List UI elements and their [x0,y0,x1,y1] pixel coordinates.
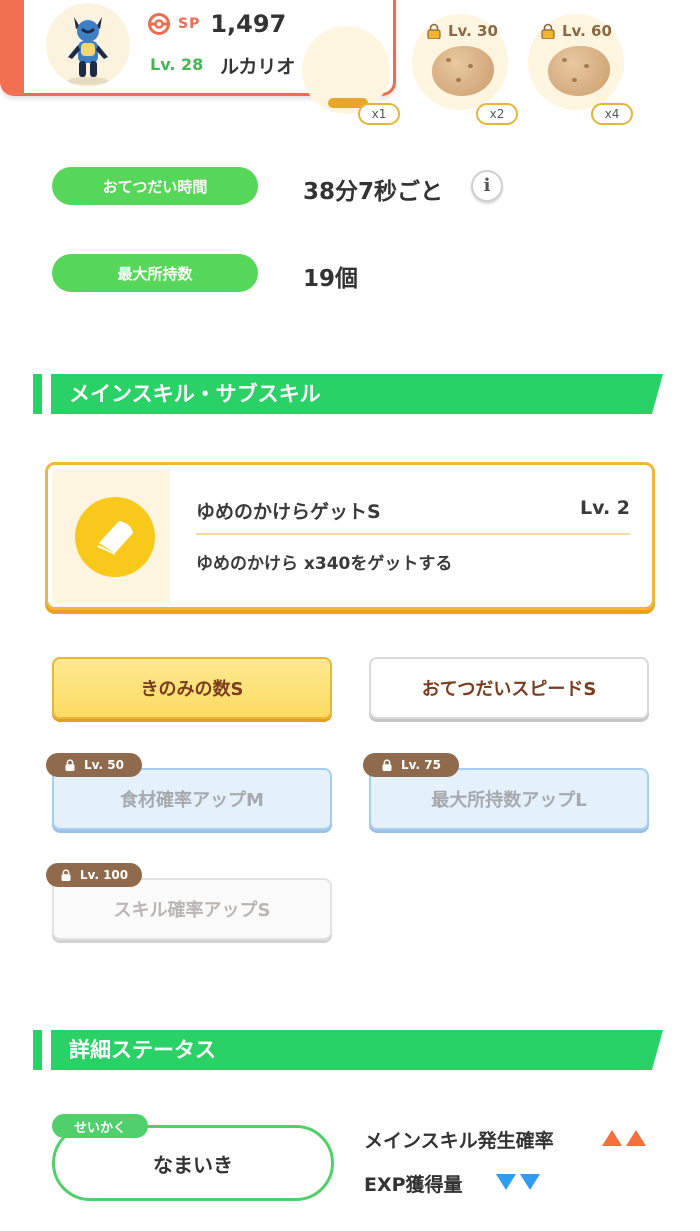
sub-skill-4[interactable]: 最大所持数アップL [369,768,649,830]
nature-value: なまいき [153,1152,233,1177]
sp-value: 1,497 [210,10,287,38]
effect-down-label: EXP獲得量 [364,1174,463,1196]
sub-skill-4-lock-level: Lv. 75 [401,758,441,772]
lucario-icon [68,17,108,85]
lock-icon [61,869,71,881]
ingredient-lock-level-2: Lv. 30 [448,22,498,40]
sub-skill-4-label: 最大所持数アップL [431,790,587,811]
ingredient-count-2: x2 [476,103,518,125]
sub-skill-3-lock-level: Lv. 50 [84,758,124,772]
lock-icon [541,23,555,39]
sp-label: SP [178,16,201,32]
ingredient-count-3: x4 [591,103,633,125]
potato-icon [432,46,494,96]
pokemon-avatar [46,3,130,87]
pokemon-level: Lv. 28 [150,55,204,74]
lock-icon [65,759,75,771]
sub-skill-5[interactable]: スキル確率アップS [52,878,332,940]
main-skill-card[interactable]: ゆめのかけらゲットS Lv. 2 ゆめのかけら x340をゲットする [45,462,655,610]
ingredient-lock-level-3: Lv. 60 [562,22,612,40]
sp-readout: SP 1,497 [148,10,286,38]
main-skill-description: ゆめのかけら x340をゲットする [196,554,453,574]
sub-skill-3[interactable]: 食材確率アップM [52,768,332,830]
details-section-header: 詳細ステータス [33,1030,663,1070]
sub-skill-4-lock-tag: Lv. 75 [363,753,459,777]
sub-skill-1[interactable]: きのみの数S [52,657,332,719]
sub-skill-3-label: 食材確率アップM [120,790,264,811]
ingredient-lock-3: Lv. 60 [540,22,612,40]
sub-skill-1-label: きのみの数S [140,679,244,700]
max-carry-value: 19個 [303,266,359,292]
sub-skill-2[interactable]: おてつだいスピードS [369,657,649,719]
skills-section-header: メインスキル・サブスキル [33,374,663,414]
ingredient-count-1: x1 [358,103,400,125]
max-carry-label: 最大所持数 [52,254,258,292]
lock-icon [427,23,441,39]
pokemon-name: ルカリオ [220,56,296,78]
nature-tag: せいかく [52,1114,148,1138]
sub-skill-5-lock-level: Lv. 100 [79,868,129,882]
sub-skill-2-label: おてつだいスピードS [421,679,597,700]
info-icon[interactable]: i [471,170,503,202]
potato-icon [548,46,610,96]
help-time-value: 38分7秒ごと [303,179,444,205]
details-section-title: 詳細ステータス [69,1038,216,1062]
pokeball-icon [148,13,170,35]
up-arrows-icon [602,1130,646,1146]
skills-section-title: メインスキル・サブスキル [69,382,321,406]
divider [196,533,630,535]
sub-skill-5-label: スキル確率アップS [113,900,271,921]
help-time-label: おてつだい時間 [52,167,258,205]
lock-icon [382,759,392,771]
effect-up-label: メインスキル発生確率 [364,1130,554,1152]
down-arrows-icon [496,1174,540,1190]
dream-shard-icon [75,497,155,577]
main-skill-name: ゆめのかけらゲットS [196,501,381,523]
main-skill-level: Lv. 2 [580,497,630,519]
sub-skill-3-lock-tag: Lv. 50 [46,753,142,777]
sub-skill-5-lock-tag: Lv. 100 [46,863,142,887]
ingredient-lock-2: Lv. 30 [426,22,498,40]
